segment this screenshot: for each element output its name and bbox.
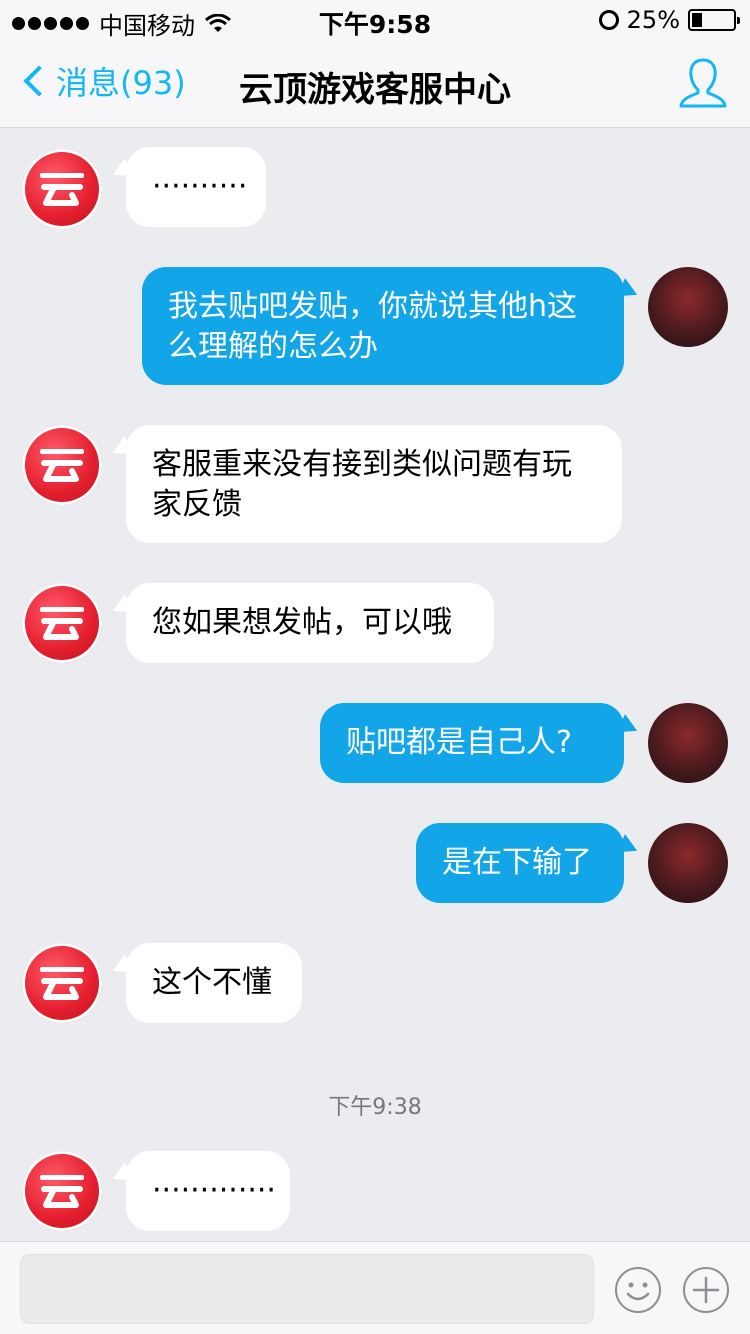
customer-service-avatar[interactable] bbox=[22, 149, 102, 229]
message-input[interactable] bbox=[20, 1254, 594, 1324]
smiley-icon[interactable] bbox=[614, 1266, 662, 1314]
message-bubble-incoming[interactable]: 您如果想发帖，可以哦 bbox=[126, 583, 494, 663]
yun-logo-icon bbox=[40, 173, 84, 206]
battery-fill bbox=[692, 13, 702, 27]
user-avatar[interactable] bbox=[648, 267, 728, 347]
message-bubble-incoming[interactable]: 这个不懂 bbox=[126, 943, 302, 1023]
customer-service-avatar[interactable] bbox=[22, 943, 102, 1023]
user-avatar[interactable] bbox=[648, 703, 728, 783]
input-bar bbox=[0, 1241, 750, 1334]
battery-percent: 25% bbox=[626, 6, 680, 34]
message-bubble-outgoing[interactable]: 我去贴吧发贴，你就说其他h这么理解的怎么办 bbox=[142, 267, 624, 385]
message-timestamp: 下午9:38 bbox=[328, 1095, 422, 1120]
alarm-icon bbox=[598, 10, 619, 30]
message-text: 我去贴吧发贴，你就说其他h这么理解的怎么办 bbox=[168, 289, 578, 364]
message-bubble-incoming[interactable]: ·········· bbox=[126, 147, 266, 227]
customer-service-avatar[interactable] bbox=[22, 583, 102, 663]
person-icon[interactable] bbox=[678, 56, 728, 110]
customer-service-avatar[interactable] bbox=[22, 425, 102, 505]
status-right: 25% bbox=[598, 6, 740, 34]
message-text: ············· bbox=[152, 1173, 276, 1208]
message-text: 贴吧都是自己人? bbox=[346, 725, 572, 760]
status-bar: 中国移动 下午9:58 25% bbox=[0, 0, 750, 40]
yun-logo-icon bbox=[40, 607, 84, 640]
message-text: 这个不懂 bbox=[152, 965, 272, 1000]
message-bubble-incoming[interactable]: 客服重来没有接到类似问题有玩家反馈 bbox=[126, 425, 622, 543]
message-text: 客服重来没有接到类似问题有玩家反馈 bbox=[152, 447, 572, 522]
message-bubble-outgoing[interactable]: 贴吧都是自己人? bbox=[320, 703, 624, 783]
yun-logo-icon bbox=[40, 1175, 84, 1208]
battery-icon bbox=[688, 9, 740, 31]
page-title: 云顶游戏客服中心 bbox=[239, 70, 511, 110]
message-text: 是在下输了 bbox=[442, 845, 592, 880]
plus-icon[interactable] bbox=[682, 1266, 730, 1314]
message-bubble-outgoing[interactable]: 是在下输了 bbox=[416, 823, 624, 903]
yun-logo-icon bbox=[40, 449, 84, 482]
navigation-bar: 消息(93) 云顶游戏客服中心 bbox=[0, 40, 750, 128]
message-text: 您如果想发帖，可以哦 bbox=[152, 605, 452, 640]
yun-logo-icon bbox=[40, 967, 84, 1000]
customer-service-avatar[interactable] bbox=[22, 1151, 102, 1231]
user-avatar[interactable] bbox=[648, 823, 728, 903]
message-text: ·········· bbox=[152, 169, 248, 204]
chat-area[interactable]: ·········· 我去贴吧发贴，你就说其他h这么理解的怎么办 客服重来没有接… bbox=[0, 129, 750, 1241]
message-bubble-incoming[interactable]: ············· bbox=[126, 1151, 290, 1231]
